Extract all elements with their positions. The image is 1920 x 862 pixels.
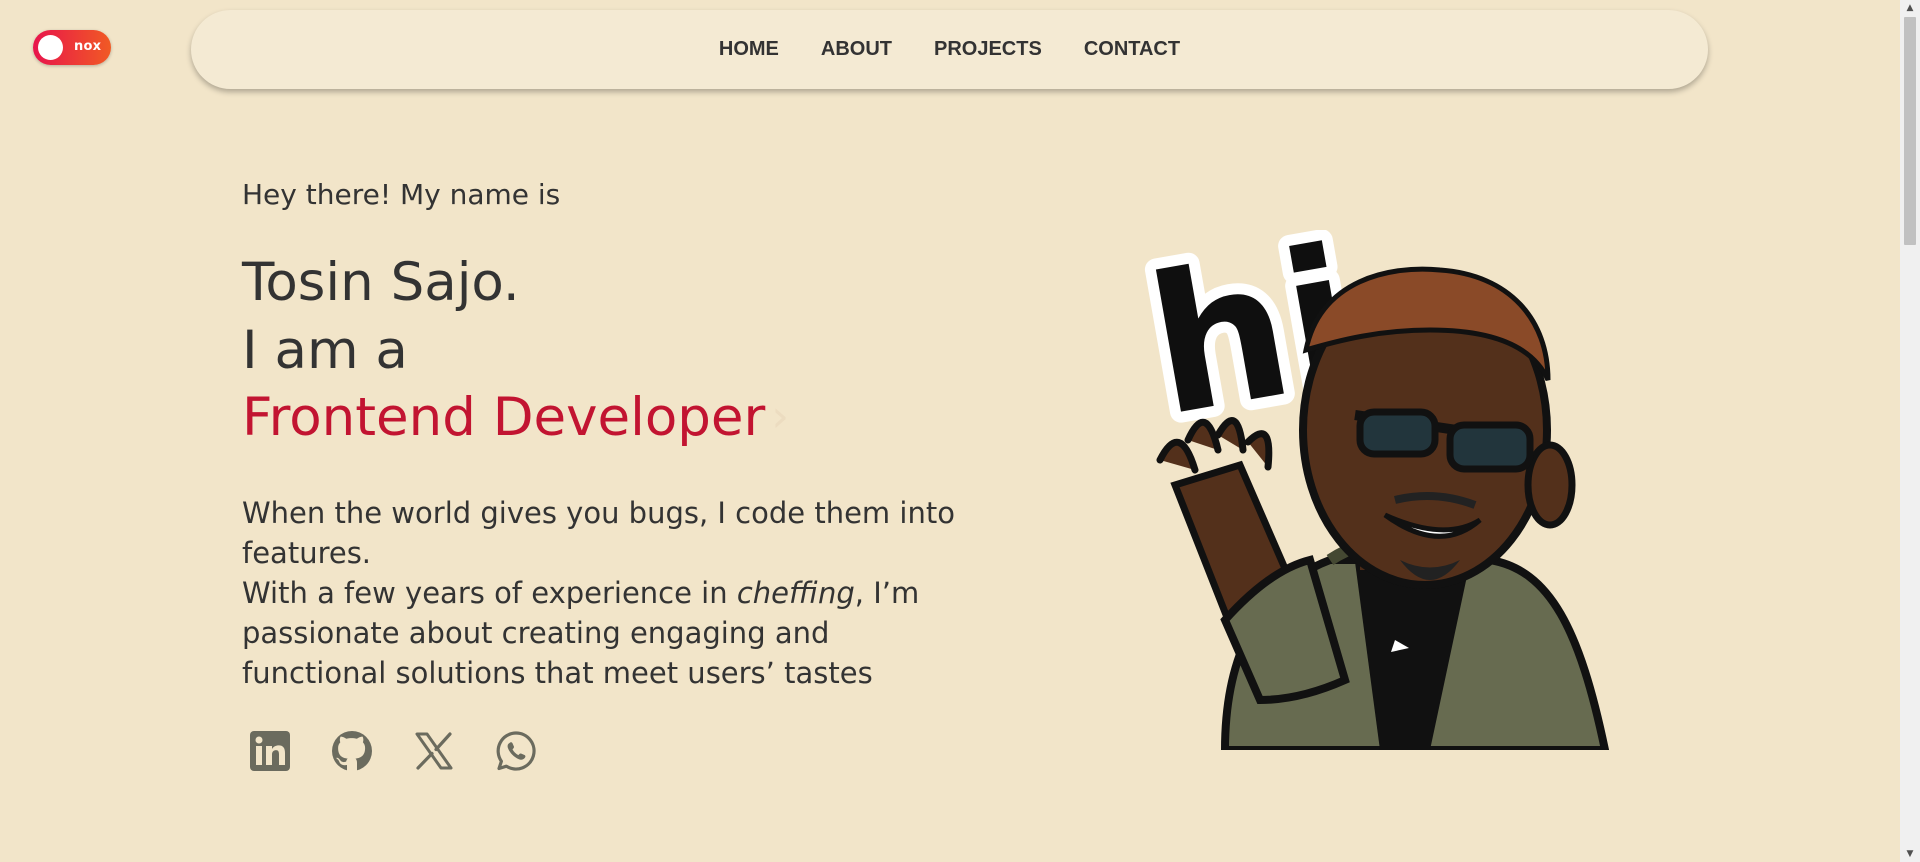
avatar-illustration: hi hi	[1124, 195, 1630, 754]
hero-intro: Hey there! My name is	[242, 178, 561, 211]
hero-i-am: I am a	[242, 320, 408, 381]
hero-description-line1: When the world gives you bugs, I code th…	[242, 496, 955, 570]
page-scrollbar[interactable]: ▲ ▼	[1900, 0, 1920, 862]
linkedin-icon	[250, 731, 290, 771]
hero-role: Frontend Developer ›	[242, 391, 789, 444]
toggle-knob	[38, 35, 63, 60]
hero-name: Tosin Sajo.	[242, 252, 520, 313]
waving-avatar-icon: hi hi	[1124, 195, 1610, 754]
theme-toggle[interactable]: nox	[33, 30, 111, 65]
hero-description: When the world gives you bugs, I code th…	[242, 493, 972, 693]
desc-text-a: With a few years of experience in	[242, 576, 737, 610]
linkedin-link[interactable]	[248, 729, 292, 773]
github-link[interactable]	[330, 729, 374, 773]
whatsapp-link[interactable]	[494, 729, 538, 773]
social-links	[248, 729, 538, 773]
toggle-label: nox	[74, 39, 102, 54]
scroll-up-icon[interactable]: ▲	[1900, 0, 1920, 16]
whatsapp-icon	[496, 731, 536, 771]
nav-about-link[interactable]: ABOUT	[821, 38, 892, 61]
navbar: HOME ABOUT PROJECTS CONTACT	[191, 10, 1708, 89]
x-icon	[415, 732, 453, 770]
scroll-thumb[interactable]	[1904, 17, 1916, 245]
github-icon	[332, 731, 372, 771]
desc-text-emphasis: cheffing	[736, 576, 855, 610]
x-link[interactable]	[412, 729, 456, 773]
hero-description-line2: With a few years of experience in cheffi…	[242, 573, 972, 693]
typing-cursor-icon: ›	[771, 391, 789, 442]
hero-role-text: Frontend Developer	[242, 387, 766, 448]
nav-contact-link[interactable]: CONTACT	[1084, 38, 1180, 61]
nav-projects-link[interactable]: PROJECTS	[934, 38, 1042, 61]
nav-home-link[interactable]: HOME	[719, 38, 779, 61]
scroll-down-icon[interactable]: ▼	[1900, 846, 1920, 862]
